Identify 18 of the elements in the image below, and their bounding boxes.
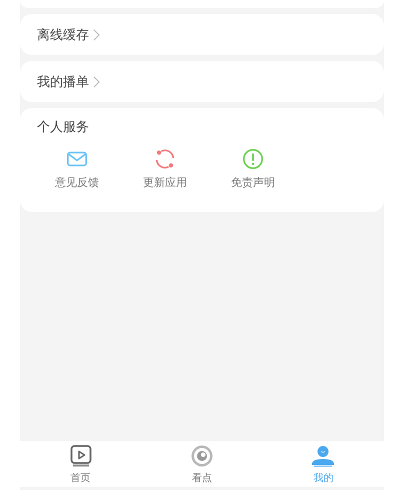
menu-label: 我的播单	[37, 74, 89, 90]
chevron-icon	[93, 28, 100, 40]
service-label[interactable]: 更新应用	[143, 175, 187, 190]
refresh-icon[interactable]	[154, 148, 176, 170]
tab[interactable]: 看点	[141, 441, 263, 487]
menu-card[interactable]: 我的播单	[20, 61, 384, 102]
eye-icon	[190, 444, 214, 468]
section-title: 个人服务	[37, 119, 89, 136]
menu-card[interactable]: 离线缓存	[20, 14, 384, 55]
tv-icon	[68, 444, 93, 468]
chevron-icon	[93, 76, 100, 88]
tab[interactable]: 首页	[20, 441, 142, 487]
tab[interactable]: 我的	[262, 441, 384, 487]
person-icon	[311, 444, 336, 468]
alert-icon[interactable]	[242, 148, 264, 170]
service-label[interactable]: 意见反馈	[55, 175, 99, 190]
service-label[interactable]: 免责声明	[231, 175, 275, 190]
menu-label: 离线缓存	[37, 26, 89, 44]
